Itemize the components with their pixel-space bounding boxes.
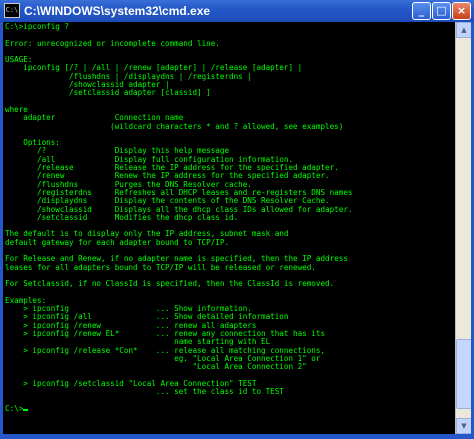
maximize-button[interactable]: □ (432, 2, 451, 20)
close-button[interactable]: × (452, 2, 471, 20)
scroll-up-button[interactable]: ▲ (456, 22, 472, 38)
console-line: For Setclassid, if no ClassId is specifi… (5, 279, 335, 289)
console-output[interactable]: C:\>ipconfig ? Error: unrecognized or in… (3, 22, 455, 434)
console-line: ... set the class id to TEST (5, 387, 284, 397)
title-bar[interactable]: C:\ C:\WINDOWS\system32\cmd.exe _ □ × (0, 0, 474, 22)
scroll-down-button[interactable]: ▼ (456, 418, 472, 434)
console-line: (wildcard characters * and ? allowed, se… (5, 121, 344, 131)
cmd-window: C:\ C:\WINDOWS\system32\cmd.exe _ □ × C:… (0, 0, 474, 439)
text-cursor (23, 408, 29, 411)
window-bottom-border (0, 434, 474, 439)
console-line: Error: unrecognized or incomplete comman… (5, 38, 220, 48)
vertical-scrollbar[interactable]: ▲ ▼ (455, 22, 472, 434)
console-line: leases for all adapters bound to TCP/IP … (5, 262, 316, 272)
cmd-app-icon[interactable]: C:\ (4, 3, 20, 18)
window-title: C:\WINDOWS\system32\cmd.exe (24, 4, 211, 18)
console-line: default gateway for each adapter bound t… (5, 237, 230, 247)
console-line: C:\> (5, 403, 24, 413)
console-line: C:\>ipconfig ? (5, 22, 70, 31)
console-text: C:\>ipconfig ? Error: unrecognized or in… (3, 22, 455, 413)
console-line: "Local Area Connection 2" (5, 362, 307, 372)
minimize-button[interactable]: _ (412, 2, 431, 20)
console-line: /setclassid adapter [classid] ] (5, 88, 211, 98)
console-line: /setclassid Modifies the dhcp class id. (5, 212, 239, 222)
scroll-thumb[interactable] (456, 338, 472, 409)
